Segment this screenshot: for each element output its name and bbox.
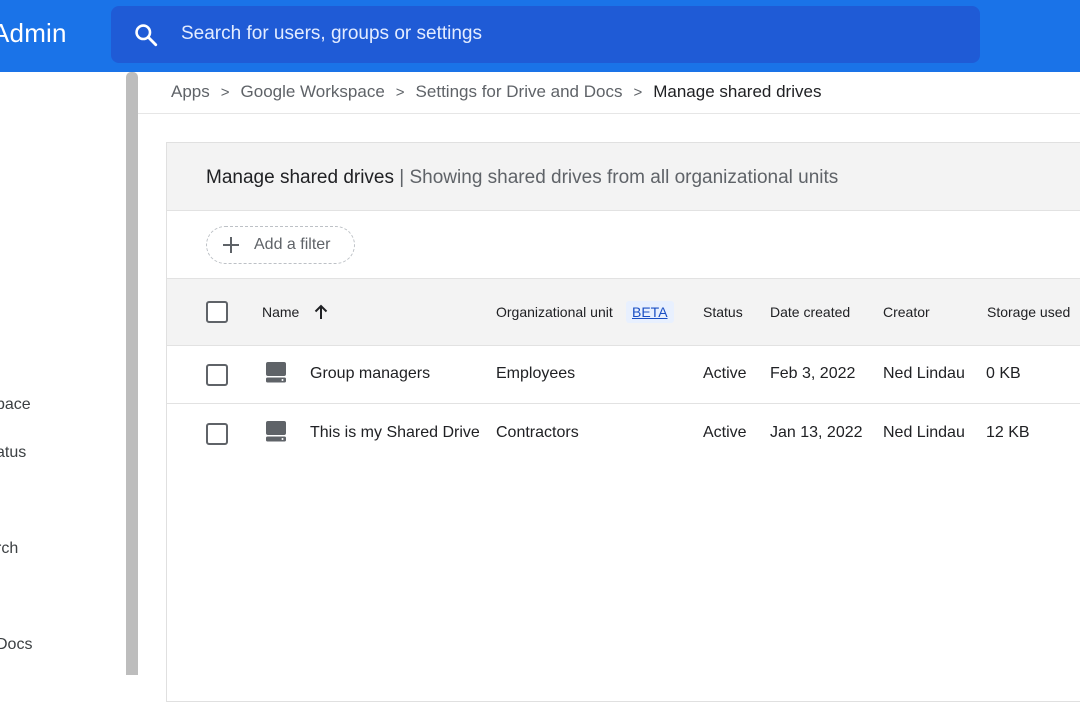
breadcrumb-separator: > [220, 83, 230, 101]
column-header-creator[interactable]: Creator [883, 304, 930, 320]
beta-badge[interactable]: BETA [626, 301, 674, 323]
card-title: Manage shared drives | Showing shared dr… [206, 167, 838, 189]
shared-drive-icon [266, 421, 286, 442]
breadcrumb-divider [138, 113, 1080, 114]
drive-storage-used: 12 KB [986, 424, 1030, 441]
column-header-storage-used[interactable]: Storage used [987, 304, 1070, 320]
drive-creator: Ned Lindau [883, 365, 965, 382]
breadcrumb-item-apps[interactable]: Apps [171, 82, 210, 102]
plus-icon [223, 237, 239, 253]
drive-date-created: Feb 3, 2022 [770, 365, 856, 382]
breadcrumb-item-workspace[interactable]: Google Workspace [241, 82, 385, 102]
column-header-date-created[interactable]: Date created [770, 304, 850, 320]
sidebar-scrollbar[interactable] [126, 72, 138, 675]
filter-row: Add a filter [167, 211, 1080, 279]
card-title-text: Manage shared drives [206, 167, 394, 188]
column-header-name[interactable]: Name [262, 304, 299, 320]
select-all-checkbox[interactable] [206, 301, 228, 323]
table-header: Name Organizational unit BETA Status Dat… [167, 279, 1080, 346]
drive-creator: Ned Lindau [883, 424, 965, 441]
sidebar-item-workspace[interactable]: pace [0, 396, 31, 414]
breadcrumb-item-drive-settings[interactable]: Settings for Drive and Docs [416, 82, 623, 102]
card-header: Manage shared drives | Showing shared dr… [167, 143, 1080, 211]
drive-name[interactable]: This is my Shared Drive [310, 424, 480, 442]
drive-name[interactable]: Group managers [310, 365, 430, 383]
app-title[interactable]: Admin [0, 18, 67, 49]
sort-ascending-icon[interactable] [313, 303, 329, 321]
row-checkbox[interactable] [206, 364, 228, 386]
table-row[interactable]: Group managers Employees Active Feb 3, 2… [167, 346, 1080, 404]
card-subtitle: Showing shared drives from all organizat… [409, 167, 839, 188]
breadcrumb-separator: > [395, 83, 405, 101]
title-divider: | [399, 167, 405, 188]
breadcrumb: Apps > Google Workspace > Settings for D… [171, 82, 821, 102]
breadcrumb-separator: > [633, 83, 643, 101]
search-input[interactable]: Search for users, groups or settings [181, 23, 482, 45]
row-checkbox[interactable] [206, 423, 228, 445]
drive-storage-used: 0 KB [986, 365, 1021, 382]
drive-status: Active [703, 365, 747, 382]
drive-org-unit: Employees [496, 365, 576, 382]
search-icon[interactable] [133, 22, 159, 48]
column-header-status[interactable]: Status [703, 304, 743, 320]
search-bar[interactable]: Search for users, groups or settings [111, 6, 980, 63]
add-filter-label: Add a filter [254, 236, 331, 253]
sidebar-item-docs[interactable]: Docs [0, 636, 32, 654]
shared-drives-card: Manage shared drives | Showing shared dr… [166, 142, 1080, 702]
drive-org-unit: Contractors [496, 424, 579, 441]
table-row[interactable]: This is my Shared Drive Contractors Acti… [167, 405, 1080, 463]
sidebar-item-search[interactable]: rch [0, 540, 18, 558]
breadcrumb-current: Manage shared drives [653, 82, 822, 101]
column-header-org-unit[interactable]: Organizational unit [496, 304, 613, 320]
shared-drive-icon [266, 362, 286, 383]
sidebar: pace atus rch Docs [0, 72, 126, 675]
add-filter-button[interactable]: Add a filter [206, 226, 355, 264]
drive-status: Active [703, 424, 747, 441]
app-bar: Admin Search for users, groups or settin… [0, 0, 1080, 72]
drive-date-created: Jan 13, 2022 [770, 424, 863, 441]
sidebar-item-status[interactable]: atus [0, 444, 26, 462]
